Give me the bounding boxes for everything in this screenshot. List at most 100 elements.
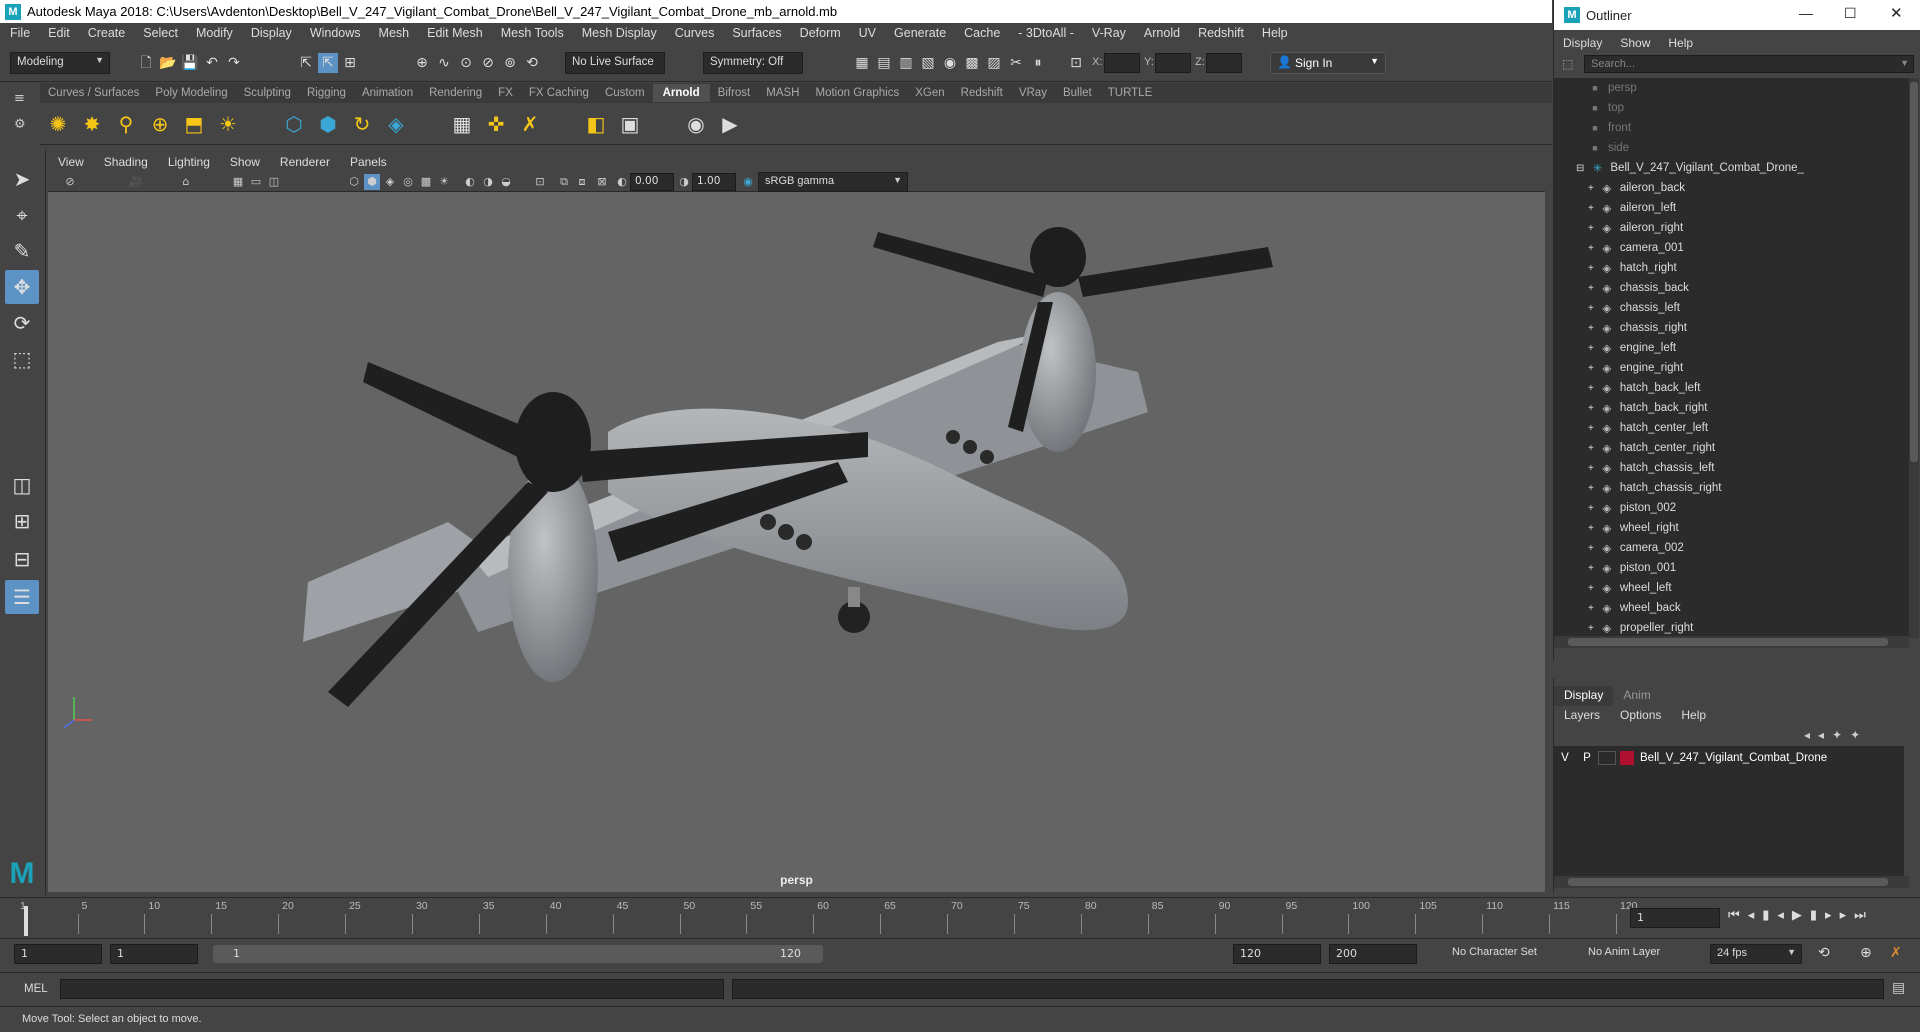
expand-icon[interactable]: + [1588, 303, 1594, 314]
animation-start-input[interactable]: 1 [14, 944, 102, 964]
ipr-render-icon[interactable]: ▥ [896, 53, 916, 73]
gamma-input[interactable]: 1.00 [692, 173, 736, 191]
select-hierarchy-icon[interactable]: ⇱ [296, 53, 316, 73]
y-input[interactable] [1155, 53, 1191, 73]
menu-item[interactable]: Windows [301, 26, 370, 40]
select-object-icon[interactable]: ⇱ [318, 53, 338, 73]
snap-curve-icon[interactable]: ∿ [434, 53, 454, 73]
shelf-tab[interactable]: Sculpting [236, 87, 299, 99]
outliner-mesh-item[interactable]: + ◈ chassis_left [1588, 298, 1680, 318]
layer-horizontal-scrollbar[interactable] [1554, 876, 1909, 888]
shelf-tab[interactable]: Rendering [421, 87, 490, 99]
physical-sky-icon[interactable]: ☀ [214, 110, 242, 138]
shelf-tab[interactable]: MASH [758, 87, 807, 99]
outliner-mesh-item[interactable]: + ◈ chassis_right [1588, 318, 1687, 338]
snap-vertex-icon[interactable]: ⟲ [522, 53, 542, 73]
outliner-mesh-item[interactable]: + ◈ hatch_center_left [1588, 418, 1708, 438]
outliner-menu-item[interactable]: Help [1659, 36, 1702, 50]
layer-menu-item[interactable]: Options [1610, 706, 1671, 726]
shelf-tab[interactable]: Poly Modeling [147, 87, 235, 99]
outliner-scroll-thumb[interactable] [1910, 82, 1918, 462]
layer-reference-toggle[interactable] [1598, 751, 1616, 765]
txmanager-icon[interactable]: ✜ [482, 110, 510, 138]
menu-item[interactable]: Help [1253, 26, 1297, 40]
key-settings-icon[interactable]: ⊕ [1860, 945, 1872, 961]
maximize-icon[interactable]: ☐ [1844, 5, 1857, 22]
two-view-icon[interactable]: ⊟ [5, 542, 39, 576]
outliner-menu-item[interactable]: Show [1611, 36, 1659, 50]
light-portal-icon[interactable]: ⬒ [180, 110, 208, 138]
outliner-menu-item[interactable]: Display [1554, 36, 1611, 50]
single-perspective-view-icon[interactable]: ◫ [5, 468, 39, 502]
anim-layer-dropdown[interactable]: No Anim Layer [1582, 944, 1682, 964]
standin-icon[interactable]: ⬡ [280, 110, 308, 138]
outliner-mesh-item[interactable]: + ◈ camera_001 [1588, 238, 1684, 258]
outliner-camera-item[interactable]: ■ front [1588, 118, 1631, 138]
menu-item[interactable]: UV [850, 26, 885, 40]
shelf-tab[interactable]: XGen [907, 87, 952, 99]
outliner-mesh-item[interactable]: + ◈ propeller_right [1588, 618, 1693, 638]
save-scene-icon[interactable]: 💾 [180, 53, 200, 73]
layer-color-swatch[interactable] [1620, 751, 1634, 765]
outliner-mesh-item[interactable]: + ◈ hatch_back_left [1588, 378, 1700, 398]
shelf-settings-icon[interactable]: ⚙ [14, 117, 26, 132]
arnold-render-icon[interactable]: ▩ [962, 53, 982, 73]
rotate-tool-icon[interactable]: ⟳ [5, 306, 39, 340]
shelf-tab[interactable]: TURTLE [1100, 87, 1161, 99]
character-set-dropdown[interactable]: No Character Set [1446, 944, 1566, 964]
expand-icon[interactable]: + [1588, 443, 1594, 454]
film-gate-icon[interactable]: ▭ [248, 174, 264, 190]
viewport-menu-item[interactable]: Show [220, 155, 270, 169]
layer-row[interactable]: V P Bell_V_247_Vigilant_Combat_Drone [1554, 748, 1904, 768]
z-input[interactable] [1206, 53, 1242, 73]
menu-item[interactable]: Modify [187, 26, 242, 40]
menu-item[interactable]: - 3DtoAll - [1009, 26, 1083, 40]
shelf-tab[interactable]: Bullet [1055, 87, 1100, 99]
layer-tab[interactable]: Display [1554, 686, 1614, 706]
shelf-tab[interactable]: Rigging [299, 87, 354, 99]
menu-item[interactable]: Create [79, 26, 135, 40]
xray-icon[interactable]: ◎ [400, 174, 416, 190]
shelf-tab[interactable]: FX [490, 87, 521, 99]
collapse-icon[interactable]: ⊟ [1576, 163, 1584, 174]
outliner-mesh-item[interactable]: + ◈ hatch_chassis_right [1588, 478, 1722, 498]
menu-item[interactable]: Edit Mesh [418, 26, 492, 40]
outliner-mesh-item[interactable]: + ◈ piston_002 [1588, 498, 1676, 518]
export-standin-icon[interactable]: ⬢ [314, 110, 342, 138]
outliner-mesh-item[interactable]: + ◈ wheel_left [1588, 578, 1672, 598]
layer-hscroll-thumb[interactable] [1568, 878, 1888, 886]
playback-end-input[interactable]: 120 [1233, 944, 1321, 964]
snap-view-icon[interactable]: ⊘ [478, 53, 498, 73]
layer-tool-icons[interactable]: ◂◂✦✦ [1804, 728, 1868, 742]
motion-blur-icon[interactable]: ◒ [498, 174, 514, 190]
fps-dropdown[interactable]: 24 fps ▼ [1710, 944, 1802, 964]
expand-icon[interactable]: + [1588, 183, 1594, 194]
expand-icon[interactable]: + [1588, 323, 1594, 334]
filter-icon[interactable]: ⬚ [1562, 57, 1573, 71]
render-play-icon[interactable]: ▶ [716, 110, 744, 138]
expand-icon[interactable]: + [1588, 263, 1594, 274]
outliner-mesh-item[interactable]: + ◈ hatch_right [1588, 258, 1677, 278]
area-light-icon[interactable]: ✺ [44, 110, 72, 138]
shelf-tab[interactable]: Motion Graphics [807, 87, 907, 99]
lasso-tool-icon[interactable]: ⌖ [5, 198, 39, 232]
expand-icon[interactable]: + [1588, 283, 1594, 294]
outliner-camera-item[interactable]: ■ side [1588, 138, 1629, 158]
menu-item[interactable]: Generate [885, 26, 955, 40]
outliner-mesh-item[interactable]: + ◈ engine_right [1588, 358, 1683, 378]
outliner-vertical-scrollbar[interactable] [1909, 78, 1919, 638]
pause-icon[interactable]: ⏸ [1028, 53, 1048, 73]
select-camera-icon[interactable]: ⊘ [62, 174, 78, 190]
shelf-tab[interactable]: Curves / Surfaces [40, 87, 147, 99]
menu-item[interactable]: Curves [666, 26, 724, 40]
viewport-menu-item[interactable]: Panels [340, 155, 397, 169]
select-tool-icon[interactable]: ➤ [5, 162, 39, 196]
animation-end-input[interactable]: 200 [1329, 944, 1417, 964]
curve-collector-icon[interactable]: ↻ [348, 110, 376, 138]
new-scene-icon[interactable]: 🗋 [136, 53, 156, 73]
snap-point-icon[interactable]: ⊙ [456, 53, 476, 73]
snap-grid-icon[interactable]: ⊕ [412, 53, 432, 73]
viewport-menu-item[interactable]: Shading [94, 155, 158, 169]
checker-icon[interactable]: ▣ [616, 110, 644, 138]
command-input[interactable] [60, 979, 724, 999]
